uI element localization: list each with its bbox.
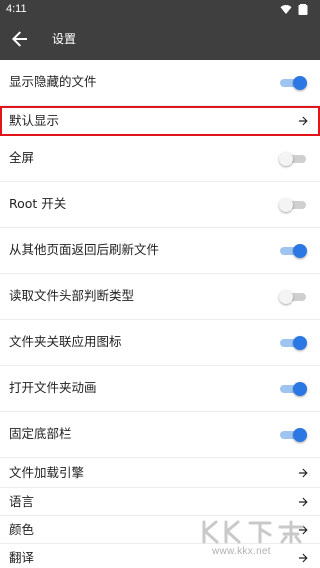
setting-toggle[interactable] — [280, 428, 307, 442]
toggle-knob — [279, 290, 293, 304]
status-icons — [280, 4, 308, 15]
arrow-left-icon[interactable] — [8, 27, 32, 51]
setting-toggle[interactable] — [280, 76, 307, 90]
toggle-knob — [293, 382, 307, 396]
setting-row-show-hidden-files[interactable]: 显示隐藏的文件 — [0, 60, 320, 106]
setting-row-refresh-on-return[interactable]: 从其他页面返回后刷新文件 — [0, 228, 320, 274]
setting-row-default-display[interactable]: 默认显示 — [0, 106, 320, 136]
setting-row-file-loading-engine[interactable]: 文件加载引擎 — [0, 458, 320, 488]
setting-row-fullscreen[interactable]: 全屏 — [0, 136, 320, 182]
arrow-right-icon[interactable] — [296, 114, 310, 128]
toggle-knob — [279, 152, 293, 166]
setting-row-language[interactable]: 语言 — [0, 488, 320, 516]
setting-label: 全屏 — [9, 150, 35, 165]
setting-label: 语言 — [9, 494, 35, 509]
status-time: 4:11 — [6, 3, 27, 15]
watermark-url: www.kkx.net — [212, 546, 271, 557]
status-bar: 4:11 — [0, 0, 320, 18]
arrow-right-icon[interactable] — [296, 495, 310, 509]
setting-row-read-file-header[interactable]: 读取文件头部判断类型 — [0, 274, 320, 320]
setting-toggle[interactable] — [280, 336, 307, 350]
toggle-knob — [293, 428, 307, 442]
arrow-right-icon[interactable] — [296, 466, 310, 480]
setting-row-folder-open-animation[interactable]: 打开文件夹动画 — [0, 366, 320, 412]
setting-label: 颜色 — [9, 522, 35, 537]
setting-label: 翻译 — [9, 550, 35, 565]
setting-label: 打开文件夹动画 — [9, 380, 97, 395]
settings-list: 显示隐藏的文件 默认显示全屏 Root 开关从其他页面返回后刷新文件 读取文件头部判断… — [0, 60, 320, 568]
setting-label: 从其他页面返回后刷新文件 — [9, 242, 160, 257]
toggle-knob — [293, 244, 307, 258]
setting-label: 文件夹关联应用图标 — [9, 334, 122, 349]
toggle-knob — [279, 198, 293, 212]
setting-label: Root 开关 — [9, 196, 67, 211]
setting-toggle[interactable] — [279, 198, 306, 212]
setting-label: 默认显示 — [9, 113, 60, 128]
setting-toggle[interactable] — [279, 152, 306, 166]
battery-icon — [298, 4, 308, 15]
page-title: 设置 — [52, 32, 77, 46]
setting-toggle[interactable] — [280, 382, 307, 396]
setting-label: 显示隐藏的文件 — [9, 74, 97, 89]
setting-label: 读取文件头部判断类型 — [9, 288, 135, 303]
toggle-knob — [293, 336, 307, 350]
setting-row-root-switch[interactable]: Root 开关 — [0, 182, 320, 228]
watermark: www.kkx.net — [198, 516, 316, 562]
wifi-icon — [280, 5, 292, 14]
setting-row-fixed-bottom-bar[interactable]: 固定底部栏 — [0, 412, 320, 458]
setting-label: 固定底部栏 — [9, 426, 72, 441]
app-bar: 设置 — [0, 18, 320, 60]
setting-toggle[interactable] — [279, 290, 306, 304]
setting-label: 文件加载引擎 — [9, 465, 85, 480]
watermark-logo — [202, 520, 304, 544]
setting-toggle[interactable] — [280, 244, 307, 258]
setting-row-folder-app-icon[interactable]: 文件夹关联应用图标 — [0, 320, 320, 366]
toggle-knob — [293, 76, 307, 90]
